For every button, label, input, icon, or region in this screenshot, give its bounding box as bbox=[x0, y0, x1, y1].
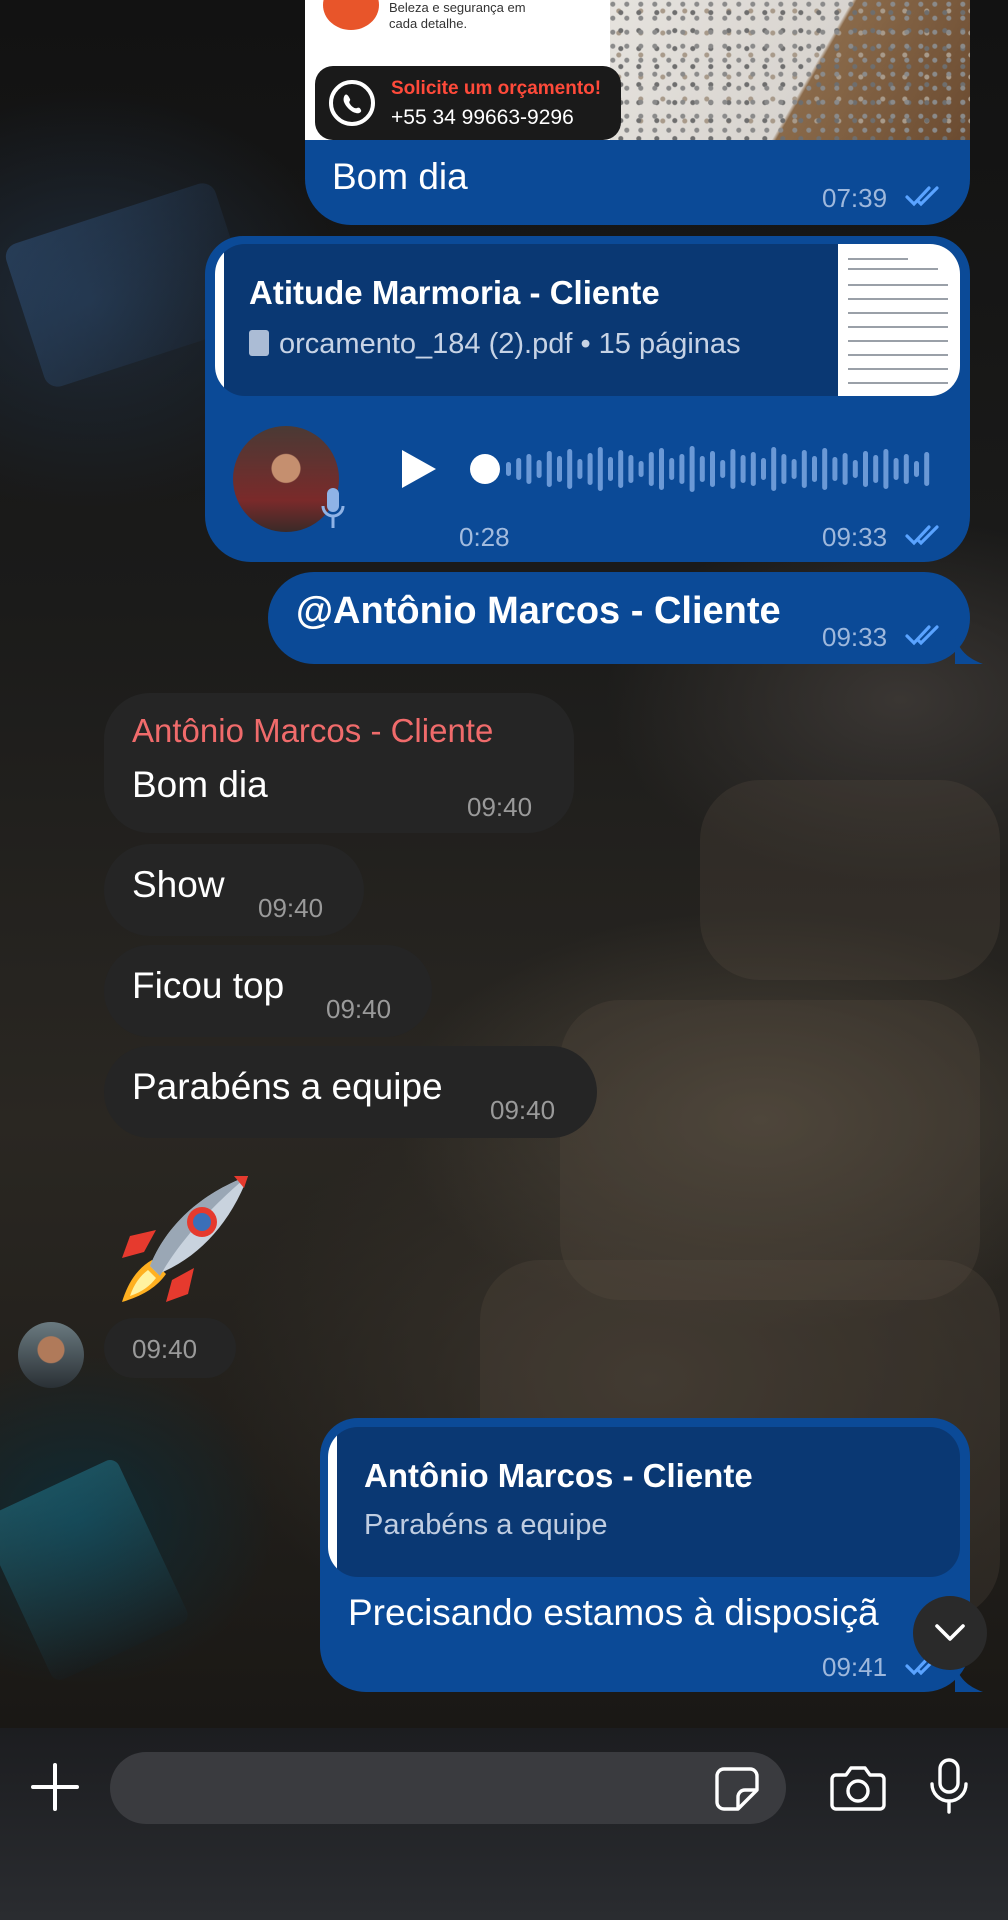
document-file-meta: orcamento_184 (2).pdf • 15 páginas bbox=[279, 328, 741, 360]
bubble-tail bbox=[955, 636, 983, 664]
quoted-author: Antônio Marcos - Cliente bbox=[364, 1457, 753, 1494]
read-ticks-icon bbox=[905, 186, 939, 207]
ad-cta-title: Solicite um orçamento! bbox=[391, 78, 602, 99]
message-input[interactable] bbox=[110, 1752, 786, 1824]
quoted-text: Parabéns a equipe bbox=[364, 1509, 608, 1541]
wallpaper-seat bbox=[560, 1000, 980, 1300]
camera-icon bbox=[830, 1766, 886, 1811]
message-time: 09:33 bbox=[822, 522, 888, 552]
message-text: Show bbox=[132, 864, 225, 905]
file-icon bbox=[249, 330, 269, 356]
play-icon[interactable] bbox=[398, 447, 438, 491]
microphone-icon bbox=[930, 1758, 968, 1814]
document-thumbnail bbox=[838, 244, 960, 396]
message-time: 09:41 bbox=[822, 1652, 888, 1682]
message-time: 07:39 bbox=[822, 183, 888, 213]
granite-texture bbox=[610, 0, 970, 140]
message-time: 09:33 bbox=[822, 622, 888, 652]
contact-avatar[interactable] bbox=[18, 1322, 84, 1388]
voice-record-button[interactable] bbox=[924, 1754, 974, 1818]
whatsapp-icon bbox=[329, 80, 375, 126]
wallpaper-ambient-light bbox=[0, 1456, 192, 1684]
message-text: Bom dia bbox=[132, 764, 268, 805]
ad-image[interactable]: Beleza e segurança em cada detalhe. Soli… bbox=[305, 0, 970, 140]
quoted-message[interactable]: Antônio Marcos - Cliente Parabéns a equi… bbox=[328, 1427, 960, 1577]
ad-tagline: Beleza e segurança em cada detalhe. bbox=[389, 0, 526, 31]
camera-button[interactable] bbox=[828, 1758, 888, 1818]
attach-button[interactable] bbox=[26, 1758, 84, 1816]
plus-icon bbox=[31, 1763, 79, 1811]
sticker-button[interactable] bbox=[712, 1764, 762, 1814]
wallpaper-seat bbox=[700, 780, 1000, 980]
mention-text[interactable]: @Antônio Marcos - Cliente bbox=[296, 590, 781, 633]
message-text: Precisando estamos à disposiçã bbox=[348, 1592, 879, 1633]
message-time: 09:40 bbox=[132, 1334, 198, 1364]
message-text: Ficou top bbox=[132, 965, 285, 1006]
chevron-down-icon bbox=[935, 1624, 965, 1641]
brand-logo-icon bbox=[323, 0, 379, 30]
quote-accent-bar bbox=[328, 1427, 337, 1577]
message-text: Parabéns a equipe bbox=[132, 1066, 443, 1107]
microphone-icon bbox=[321, 488, 345, 528]
audio-progress-handle[interactable] bbox=[470, 454, 500, 484]
message-text: Bom dia bbox=[332, 156, 468, 197]
sticker-icon bbox=[715, 1767, 759, 1811]
ad-cta-phone: +55 34 99663-9296 bbox=[391, 106, 574, 129]
rocket-icon[interactable] bbox=[104, 1170, 254, 1312]
document-card[interactable]: Atitude Marmoria - Cliente orcamento_184… bbox=[215, 244, 960, 396]
quote-accent-bar bbox=[215, 244, 224, 396]
message-time: 09:40 bbox=[326, 994, 392, 1024]
audio-waveform[interactable] bbox=[470, 445, 940, 493]
read-ticks-icon bbox=[905, 525, 939, 546]
voice-duration: 0:28 bbox=[459, 522, 510, 552]
message-time: 09:40 bbox=[490, 1095, 556, 1125]
document-title: Atitude Marmoria - Cliente bbox=[249, 274, 660, 311]
message-time: 09:40 bbox=[467, 792, 533, 822]
message-time: 09:40 bbox=[258, 893, 324, 923]
scroll-to-bottom-button[interactable] bbox=[913, 1596, 987, 1670]
read-ticks-icon bbox=[905, 625, 939, 646]
sender-name[interactable]: Antônio Marcos - Cliente bbox=[132, 712, 493, 750]
message-composer bbox=[0, 1728, 1008, 1920]
ad-cta-banner: Solicite um orçamento! +55 34 99663-9296 bbox=[315, 66, 621, 140]
